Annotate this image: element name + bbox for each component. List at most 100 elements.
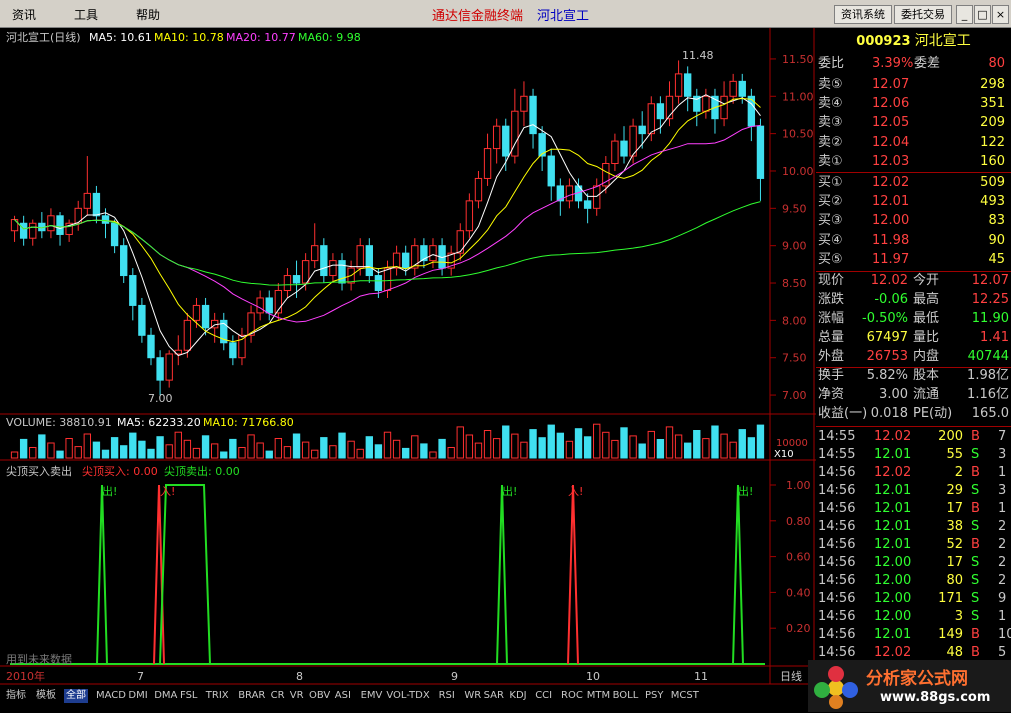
candle-body [283, 275, 292, 291]
indicator-tick-label: 0.20 [786, 622, 811, 635]
menu-help[interactable]: 帮助 [136, 6, 160, 23]
tick-row: 14:56 12.01 17 B 1 [816, 500, 1011, 518]
volume-bar [529, 429, 537, 459]
buy-row: 买② 12.01 493 [816, 193, 1011, 211]
info-system-button[interactable]: 资讯系统 [834, 5, 892, 24]
tick-count: 1 [998, 465, 1007, 480]
weibi-row: 委比 3.39% 委差 80 [816, 55, 1011, 73]
stat-label: 涨幅 [818, 311, 845, 326]
sell-label: 卖④ [818, 96, 843, 112]
volume-bar [565, 440, 574, 459]
minimize-icon[interactable]: _ [956, 5, 973, 24]
tab-全部[interactable]: 全部 [64, 689, 88, 703]
candle-body [129, 275, 137, 306]
stat-label: 净资 [818, 387, 845, 402]
candle-body [110, 222, 119, 247]
buy-volume: 90 [988, 232, 1005, 248]
trade-button[interactable]: 委托交易 [894, 5, 952, 24]
buy-price: 11.98 [872, 232, 910, 248]
tick-price: 12.00 [874, 573, 912, 588]
tab-rsi[interactable]: RSI [437, 689, 457, 703]
volume-bar [347, 440, 355, 459]
buy-volume: 45 [988, 251, 1005, 267]
tick-volume: 55 [946, 447, 963, 462]
volume-bar [156, 436, 164, 459]
tab-emv[interactable]: EMV [359, 689, 385, 703]
volume-bar [602, 431, 610, 459]
tick-side: B [971, 465, 980, 480]
tick-price: 12.01 [874, 447, 912, 462]
maximize-icon[interactable]: □ [974, 5, 991, 24]
menu-info[interactable]: 资讯 [12, 6, 36, 23]
tab-asi[interactable]: ASI [333, 689, 353, 703]
buy-row: 买④ 11.98 90 [816, 232, 1011, 250]
volume-bar [165, 444, 173, 459]
tab-sar[interactable]: SAR [482, 689, 506, 703]
tab-roc[interactable]: ROC [559, 689, 585, 703]
tab-brar[interactable]: BRAR [236, 689, 267, 703]
sell-row: 卖④ 12.06 351 [816, 95, 1011, 113]
candle-body [83, 192, 92, 209]
tab-obv[interactable]: OBV [307, 689, 332, 703]
tab-vr[interactable]: VR [288, 689, 306, 703]
tab-mtm[interactable]: MTM [585, 689, 612, 703]
volume-bar [238, 447, 246, 459]
volume-bar [447, 447, 455, 459]
stat-value: 12.25 [971, 292, 1009, 307]
close-icon[interactable]: × [992, 5, 1009, 24]
volume-bar [647, 430, 655, 459]
sell-price: 12.06 [872, 96, 910, 112]
tick-volume: 3 [954, 609, 963, 624]
candle-body [674, 73, 683, 97]
stat-row: 换手 5.82% 股本 1.98亿 [816, 367, 1011, 385]
sell-row: 卖② 12.04 122 [816, 134, 1011, 152]
stat-label: 最高 [913, 292, 940, 307]
tick-side: B [971, 627, 980, 642]
tab-cci[interactable]: CCI [533, 689, 554, 703]
candle-body [311, 245, 319, 262]
tick-volume: 171 [938, 591, 963, 606]
tab-vol-tdx[interactable]: VOL-TDX [384, 689, 431, 703]
volume-bar [456, 426, 464, 459]
stat-row: 涨跌 -0.06 最高 12.25 [816, 291, 1011, 309]
tab-模板[interactable]: 模板 [34, 689, 58, 703]
volume-bar [756, 424, 765, 459]
tick-count: 7 [998, 429, 1007, 444]
volume-bar [574, 428, 583, 459]
volume-bar [665, 426, 674, 459]
volume-bar [220, 451, 228, 459]
tick-side: B [971, 537, 980, 552]
volume-bar [256, 442, 264, 459]
main-chart[interactable]: 河北宣工(日线) MA5: 10.61 MA10: 10.78 MA20: 10… [0, 28, 816, 688]
tab-fsl[interactable]: FSL [178, 689, 200, 703]
tab-macd[interactable]: MACD [94, 689, 128, 703]
watermark-title: 分析家公式网 [866, 669, 968, 689]
tab-wr[interactable]: WR [462, 689, 483, 703]
sell-volume: 351 [980, 96, 1005, 112]
tab-cr[interactable]: CR [269, 689, 287, 703]
buy-volume: 509 [980, 175, 1005, 190]
candle-body [465, 200, 474, 232]
x-tick-11: 11 [694, 670, 708, 683]
ma10-label: MA10: 10.78 [154, 31, 224, 44]
tick-count: 2 [998, 537, 1007, 552]
flower-logo-icon [814, 666, 858, 709]
tab-mcst[interactable]: MCST [669, 689, 701, 703]
volume-bar [229, 438, 237, 459]
watermark: 分析家公式网 www.88gs.com [808, 660, 1011, 712]
volume-bar [702, 438, 710, 459]
period-label[interactable]: 日线 [780, 669, 802, 683]
candle-body [247, 312, 255, 336]
tab-psy[interactable]: PSY [643, 689, 666, 703]
tab-kdj[interactable]: KDJ [507, 689, 528, 703]
tick-volume: 2 [954, 465, 963, 480]
stat-row: 净资 3.00 流通 1.16亿 [816, 386, 1011, 404]
tab-dma[interactable]: DMA [152, 689, 179, 703]
volume-bar [620, 427, 628, 459]
menu-tools[interactable]: 工具 [74, 6, 98, 23]
tab-trix[interactable]: TRIX [204, 689, 231, 703]
tab-指标[interactable]: 指标 [4, 689, 28, 703]
tab-dmi[interactable]: DMI [126, 689, 149, 703]
tab-boll[interactable]: BOLL [611, 689, 641, 703]
buy-label: 买⑤ [818, 251, 843, 267]
